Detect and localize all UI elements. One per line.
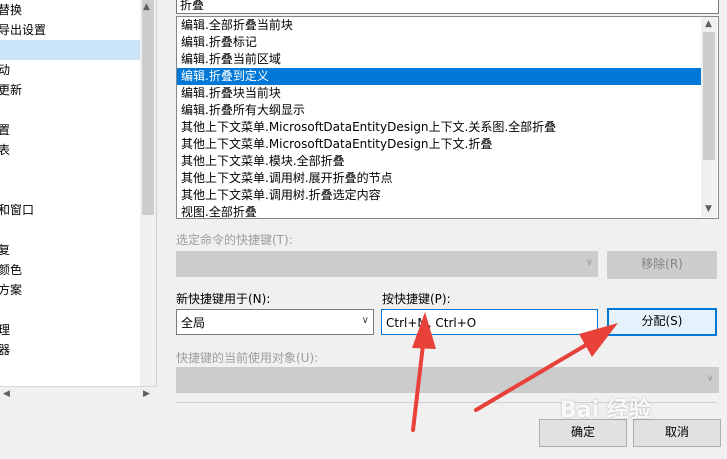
tree-item-label: 更新: [0, 83, 23, 97]
tree-item[interactable]: [0, 40, 140, 60]
commands-list[interactable]: 编辑.全部折叠当前块 编辑.折叠标记编辑.折叠当前区域 编辑.折叠到定义 编辑.折叠块…: [176, 16, 719, 219]
new-shortcut-scope-select[interactable]: 全局 ∨: [176, 309, 374, 335]
scroll-right-arrow-icon[interactable]: ▶: [143, 388, 150, 400]
tree-item-label: 动: [0, 63, 11, 77]
tree-item[interactable]: 理: [0, 320, 140, 340]
tree-item-label: 方案: [0, 283, 23, 297]
options-tree[interactable]: 替换导出设置动更新置表和窗口复颜色方案理器e: [0, 0, 141, 400]
press-shortcut-value: Ctrl+M, Ctrl+O: [386, 316, 477, 330]
press-shortcut-input[interactable]: Ctrl+M, Ctrl+O: [381, 309, 598, 335]
command-list-item-label: 编辑.全部折叠当前块: [181, 18, 293, 32]
tree-item[interactable]: 和窗口: [0, 200, 140, 220]
tree-item-label: 表: [0, 143, 11, 157]
command-list-item[interactable]: 编辑.折叠块当前块: [177, 85, 701, 102]
options-tree-horizontal-scrollbar[interactable]: [0, 386, 157, 401]
shortcut-currently-used-by-combo: ∨: [176, 367, 719, 393]
list-scroll-down-icon[interactable]: ▼: [705, 203, 712, 215]
command-list-item-label: 编辑.折叠所有大纲显示: [181, 103, 305, 117]
tree-item[interactable]: 颜色: [0, 260, 140, 280]
commands-list-scroll-thumb[interactable]: [703, 32, 715, 160]
options-tree-scroll-thumb[interactable]: [142, 0, 154, 215]
command-list-item[interactable]: 其他上下文菜单.MicrosoftDataEntityDesign上下文.关系图…: [177, 119, 701, 136]
chevron-down-icon: ∨: [706, 373, 714, 384]
tree-item-label: 替换: [0, 3, 23, 17]
new-shortcut-scope-label: 新快捷键用于(N):: [176, 292, 271, 306]
command-list-item-label: 其他上下文菜单.调用树.折叠选定内容: [181, 188, 381, 202]
tree-item[interactable]: 导出设置: [0, 20, 140, 40]
tree-item[interactable]: 置: [0, 120, 140, 140]
chevron-down-icon: ∨: [361, 315, 369, 326]
tree-item[interactable]: 替换: [0, 0, 140, 20]
tree-item-label: 理: [0, 323, 11, 337]
baidu-watermark: Bai 经验: [560, 398, 651, 423]
selected-command-shortcuts-label: 选定命令的快捷键(T):: [176, 233, 293, 247]
command-list-item-label: 视图.全部折叠: [181, 205, 257, 219]
command-filter-value: 折叠: [180, 0, 205, 12]
command-list-item-label: 编辑.折叠到定义: [181, 69, 269, 83]
tree-item[interactable]: 复: [0, 240, 140, 260]
tree-item[interactable]: 动: [0, 60, 140, 80]
new-shortcut-scope-value: 全局: [181, 316, 206, 330]
tree-item-label: 导出设置: [0, 23, 47, 37]
command-list-item-label: 编辑.折叠标记: [181, 35, 257, 49]
command-list-item[interactable]: 编辑.全部折叠当前块: [177, 17, 701, 34]
command-list-item-label: 其他上下文菜单.模块.全部折叠: [181, 154, 345, 168]
command-filter-input[interactable]: 折叠: [176, 0, 719, 14]
tree-item[interactable]: 器: [0, 340, 140, 360]
tree-item[interactable]: 更新: [0, 80, 140, 100]
tree-item-label: 和窗口: [0, 203, 35, 217]
command-list-item[interactable]: 其他上下文菜单.MicrosoftDataEntityDesign上下文.折叠: [177, 136, 701, 153]
command-list-item[interactable]: 视图.全部折叠: [177, 204, 701, 219]
press-shortcut-label: 按快捷键(P):: [382, 292, 451, 306]
command-list-item[interactable]: 编辑.折叠标记: [177, 34, 701, 51]
scroll-left-arrow-icon[interactable]: ◀: [3, 388, 10, 400]
tree-item-label: 置: [0, 123, 11, 137]
selected-command-shortcuts-combo: ∨: [176, 251, 598, 277]
tree-item-label: 器: [0, 343, 11, 357]
chevron-down-icon: ∨: [585, 257, 593, 268]
command-list-item-label: 其他上下文菜单.MicrosoftDataEntityDesign上下文.折叠: [181, 137, 493, 151]
tree-item-label: 颜色: [0, 263, 23, 277]
command-list-item-label: 编辑.折叠当前区域: [181, 52, 281, 66]
remove-button: 移除(R): [607, 251, 717, 279]
command-list-item[interactable]: 编辑.折叠所有大纲显示: [177, 102, 701, 119]
scroll-up-arrow-icon[interactable]: ▲: [143, 1, 150, 13]
tree-item[interactable]: 方案: [0, 280, 140, 300]
command-list-item-label: 其他上下文菜单.调用树.展开折叠的节点: [181, 171, 393, 185]
command-list-item[interactable]: 其他上下文菜单.调用树.折叠选定内容: [177, 187, 701, 204]
command-list-item[interactable]: 编辑.折叠当前区域: [177, 51, 701, 68]
command-list-item-label: 其他上下文菜单.MicrosoftDataEntityDesign上下文.关系图…: [181, 120, 557, 134]
command-list-item[interactable]: 其他上下文菜单.调用树.展开折叠的节点: [177, 170, 701, 187]
shortcut-currently-used-by-label: 快捷键的当前使用对象(U):: [176, 351, 319, 365]
assign-button[interactable]: 分配(S): [607, 308, 717, 336]
command-list-item-label: 编辑.折叠块当前块: [181, 86, 281, 100]
tree-item-label: 复: [0, 243, 11, 257]
list-scroll-up-icon[interactable]: ▲: [705, 18, 712, 30]
tree-item[interactable]: 表: [0, 140, 140, 160]
command-list-item[interactable]: 其他上下文菜单.模块.全部折叠: [177, 153, 701, 170]
command-list-item[interactable]: 编辑.折叠到定义: [177, 68, 701, 85]
